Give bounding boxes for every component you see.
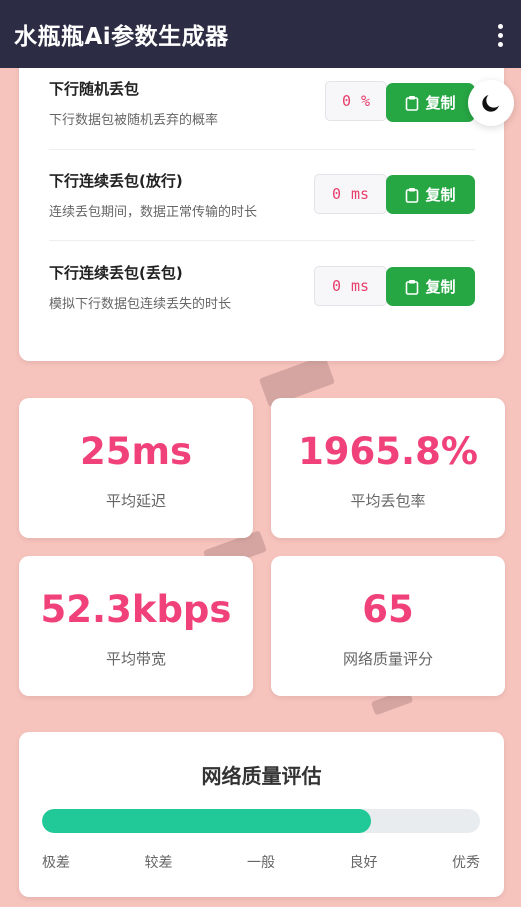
copy-button[interactable]: 复制 <box>386 175 475 214</box>
burst-loss-value[interactable]: 0 ms <box>314 266 387 306</box>
app-bar: 水瓶瓶Ai参数生成器 <box>0 0 521 68</box>
level-label: 良好 <box>349 855 378 871</box>
theme-toggle-button[interactable] <box>468 80 514 126</box>
more-vert-icon[interactable] <box>487 18 513 52</box>
copy-button[interactable]: 复制 <box>386 83 475 122</box>
quality-progress-bar <box>42 809 480 833</box>
stat-card-bandwidth: 52.3kbps 平均带宽 <box>19 556 253 696</box>
quality-progress-fill <box>42 809 371 833</box>
clipboard-icon <box>406 279 419 295</box>
random-loss-value[interactable]: 0% <box>325 81 387 121</box>
quality-levels: 极差 较差 一般 良好 优秀 <box>42 852 480 872</box>
stat-card-quality-score: 65 网络质量评分 <box>271 556 505 696</box>
level-label: 较差 <box>144 855 173 871</box>
divider <box>49 149 475 150</box>
stat-label: 平均带宽 <box>105 650 166 668</box>
clipboard-icon <box>406 187 419 203</box>
moon-icon <box>482 95 499 112</box>
quality-title: 网络质量评估 <box>201 764 322 788</box>
params-card: 下行随机丢包 下行数据包被随机丢弃的概率 0% 复制 下行连续丢包(放行) 连续… <box>19 60 504 361</box>
stat-value: 65 <box>362 588 414 631</box>
stat-value: 1965.8% <box>298 430 478 473</box>
quality-card: 网络质量评估 极差 较差 一般 良好 优秀 <box>19 732 504 897</box>
burst-pass-value[interactable]: 0 ms <box>314 174 387 214</box>
stat-label: 网络质量评分 <box>342 650 433 668</box>
copy-button[interactable]: 复制 <box>386 267 475 306</box>
divider <box>49 240 475 241</box>
stat-value: 52.3kbps <box>40 588 232 631</box>
stat-value: 25ms <box>79 430 193 473</box>
level-label: 优秀 <box>452 855 480 871</box>
stat-label: 平均丢包率 <box>350 492 426 510</box>
level-label: 极差 <box>42 855 70 871</box>
stat-card-loss-rate: 1965.8% 平均丢包率 <box>271 398 505 538</box>
level-label: 一般 <box>247 855 275 871</box>
app-title: 水瓶瓶Ai参数生成器 <box>14 24 229 50</box>
clipboard-icon <box>406 95 419 111</box>
stat-card-latency: 25ms 平均延迟 <box>19 398 253 538</box>
stat-label: 平均延迟 <box>105 492 166 510</box>
